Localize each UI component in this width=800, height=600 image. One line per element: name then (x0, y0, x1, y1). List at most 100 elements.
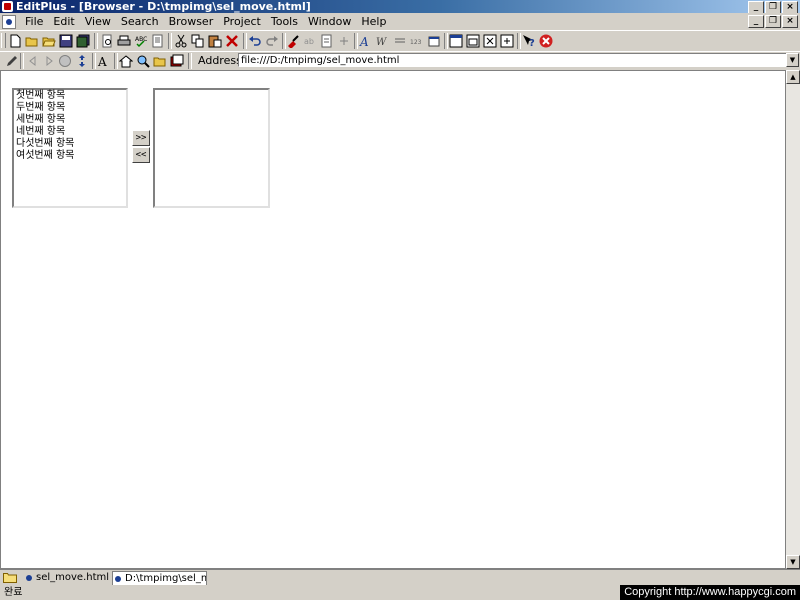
toolbar-separator (168, 33, 172, 49)
main-toolbar: ABC ab A W 123 ? (0, 30, 800, 52)
redo-icon[interactable] (265, 34, 279, 48)
doc-minimize-button[interactable]: _ (748, 15, 764, 28)
menu-tools[interactable]: Tools (266, 13, 303, 30)
status-text: 완료 (4, 587, 23, 598)
print-preview-icon[interactable] (100, 34, 114, 48)
copy-icon[interactable] (191, 34, 205, 48)
menu-search[interactable]: Search (116, 13, 164, 30)
menu-view[interactable]: View (80, 13, 116, 30)
source-listbox[interactable]: 첫번째 항목 두번째 항목 세번째 항목 네번째 항목 다섯번째 항목 여섯번째… (12, 88, 128, 208)
search-web-icon[interactable] (136, 54, 150, 68)
edit-pencil-icon[interactable] (5, 54, 19, 68)
cut-icon[interactable] (174, 34, 188, 48)
move-left-button[interactable]: << (132, 147, 150, 163)
ruler-toggle-icon[interactable] (337, 34, 351, 48)
save-icon[interactable] (59, 34, 73, 48)
html-file-icon (26, 575, 32, 581)
menu-browser[interactable]: Browser (164, 13, 219, 30)
settings-icon[interactable] (427, 34, 441, 48)
undo-icon[interactable] (248, 34, 262, 48)
stop-load-icon[interactable] (58, 54, 72, 68)
tab-browser[interactable]: D:\tmpimg\sel_m (112, 571, 207, 585)
doc-close-button[interactable]: × (782, 15, 798, 28)
open-icon[interactable] (25, 34, 39, 48)
back-icon[interactable] (26, 54, 40, 68)
toolbar-separator (20, 53, 24, 69)
document-icon[interactable] (2, 15, 16, 29)
svg-text:ab: ab (304, 37, 314, 46)
svg-text:W: W (376, 37, 387, 48)
toolbar-separator (444, 33, 448, 49)
browser-file-icon (115, 576, 121, 582)
list-item[interactable]: 다섯번째 항목 (14, 138, 126, 150)
vertical-scrollbar[interactable]: ▲ ▼ (786, 70, 800, 569)
menu-window[interactable]: Window (303, 13, 356, 30)
list-item[interactable]: 두번째 항목 (14, 102, 126, 114)
save-all-icon[interactable] (76, 34, 90, 48)
list-item[interactable]: 여섯번째 항목 (14, 150, 126, 162)
delete-icon[interactable] (225, 34, 239, 48)
menu-file[interactable]: File (20, 13, 48, 30)
paste-icon[interactable] (208, 34, 222, 48)
close-window-icon[interactable] (483, 34, 497, 48)
history-icon[interactable] (170, 54, 184, 68)
toolbar-separator (92, 53, 96, 69)
line-number-icon[interactable]: 123 (410, 34, 424, 48)
font-icon[interactable]: A (359, 34, 373, 48)
toolbar-separator (354, 33, 358, 49)
list-item[interactable]: 첫번째 항목 (14, 90, 126, 102)
menu-help[interactable]: Help (356, 13, 391, 30)
editplus-app-icon (2, 1, 13, 12)
menu-bar: File Edit View Search Browser Project To… (0, 13, 800, 30)
scroll-up-button[interactable]: ▲ (786, 70, 800, 84)
svg-text:123: 123 (410, 39, 422, 46)
toolbar-separator (188, 53, 192, 69)
address-label: Address (198, 54, 242, 67)
list-item[interactable]: 네번째 항목 (14, 126, 126, 138)
menu-project[interactable]: Project (218, 13, 266, 30)
print-icon[interactable] (117, 34, 131, 48)
browser-toolbar: A Address file:///D:/tmpimg/sel_move.htm… (0, 51, 800, 71)
goto-icon[interactable] (320, 34, 334, 48)
browser-content: 첫번째 항목 두번째 항목 세번째 항목 네번째 항목 다섯번째 항목 여섯번째… (0, 70, 786, 569)
scroll-down-button[interactable]: ▼ (786, 555, 800, 569)
find-icon[interactable] (286, 34, 300, 48)
tab-label: D:\tmpimg\sel_m (125, 573, 207, 584)
new-icon[interactable] (8, 34, 22, 48)
font-size-icon[interactable]: A (97, 54, 111, 68)
new-window-icon[interactable] (500, 34, 514, 48)
preview-page-icon[interactable] (151, 34, 165, 48)
line-icon[interactable] (393, 34, 407, 48)
folder-icon[interactable] (3, 572, 17, 583)
word-wrap-icon[interactable]: W (376, 34, 390, 48)
list-item[interactable]: 세번째 항목 (14, 114, 126, 126)
address-input[interactable]: file:///D:/tmpimg/sel_move.html (238, 53, 787, 67)
forward-icon[interactable] (42, 54, 56, 68)
toolbar-grip[interactable] (1, 33, 6, 48)
menu-edit[interactable]: Edit (48, 13, 79, 30)
stop-icon[interactable] (539, 34, 553, 48)
move-right-button[interactable]: >> (132, 130, 150, 146)
tab-sel-move[interactable]: sel_move.html (24, 571, 110, 585)
svg-text:A: A (97, 55, 107, 68)
title-bar: EditPlus - [Browser - D:\tmpimg\sel_move… (0, 0, 800, 14)
refresh-icon[interactable] (75, 54, 89, 68)
open-folder-icon[interactable] (42, 34, 56, 48)
tile-window-icon[interactable] (449, 34, 463, 48)
copyright-text: Copyright http://www.happycgi.com (620, 585, 800, 600)
toolbar-separator (114, 53, 118, 69)
address-dropdown-button[interactable]: ▼ (786, 53, 799, 67)
favorites-icon[interactable] (153, 54, 167, 68)
document-tab-bar: sel_move.html D:\tmpimg\sel_m (0, 569, 800, 586)
help-icon[interactable]: ? (522, 34, 536, 48)
toolbar-separator (517, 33, 521, 49)
home-icon[interactable] (119, 54, 133, 68)
cascade-window-icon[interactable] (466, 34, 480, 48)
doc-restore-button[interactable]: ❐ (765, 15, 781, 28)
target-listbox[interactable] (153, 88, 270, 208)
spell-check-icon[interactable]: ABC (134, 34, 148, 48)
replace-icon[interactable]: ab (303, 34, 317, 48)
svg-text:ABC: ABC (135, 36, 147, 43)
status-bar: 완료 Copyright http://www.happycgi.com (0, 585, 800, 600)
svg-text:A: A (359, 35, 369, 48)
